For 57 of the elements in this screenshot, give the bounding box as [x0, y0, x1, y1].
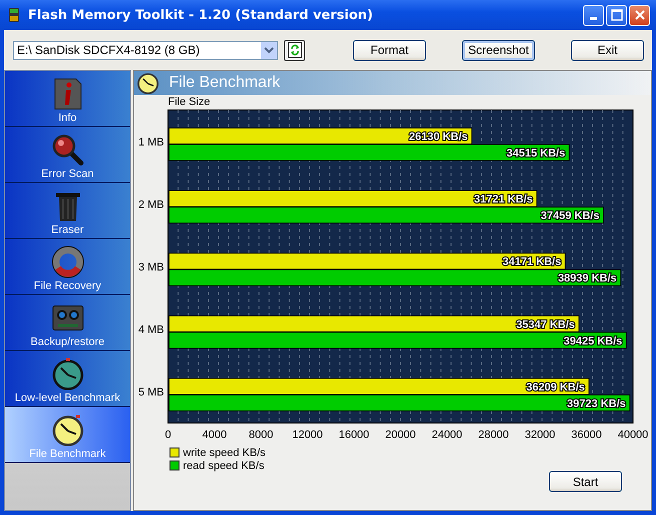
maximize-button[interactable]	[606, 4, 627, 26]
category-label: 3 MB	[138, 262, 164, 274]
value-label: 39425 KB/s	[564, 335, 622, 348]
lifebuoy-icon	[52, 246, 84, 278]
value-label: 36209 KB/s	[526, 381, 585, 394]
legend-label: write speed KB/s	[183, 447, 266, 459]
refresh-icon	[288, 42, 302, 58]
toolbar-button[interactable]: Screenshot	[462, 40, 535, 60]
tick-label: 16000	[338, 429, 370, 441]
close-icon	[634, 9, 646, 21]
panel-title: File Benchmark	[169, 74, 280, 92]
sidebar-item[interactable]: Eraser	[5, 183, 130, 239]
sidebar-item[interactable]: Error Scan	[5, 127, 130, 183]
tick-label: 0	[164, 429, 172, 441]
tick-label: 40000	[618, 429, 648, 441]
minimize-icon	[590, 16, 597, 20]
category-label: 1 MB	[138, 136, 164, 148]
window-title: Flash Memory Toolkit - 1.20 (Standard version)	[28, 8, 374, 22]
category-label: 2 MB	[138, 198, 164, 211]
value-label: 38939 KB/s	[558, 272, 617, 285]
value-label: 37459 KB/s	[540, 210, 600, 222]
tick-label: 8000	[248, 429, 274, 441]
magnifier-icon	[52, 134, 84, 166]
toolbar-button[interactable]: Exit	[571, 40, 644, 60]
value-label: 31721 KB/s	[474, 194, 533, 206]
start-button[interactable]: Start	[549, 471, 622, 492]
tick-label: 32000	[524, 429, 556, 441]
value-label: 34515 KB/s	[506, 148, 566, 160]
refresh-button[interactable]	[284, 40, 305, 60]
tick-label: 4000	[202, 429, 227, 441]
stopwatch-icon	[52, 414, 84, 446]
tick-label: 28000	[478, 429, 509, 441]
sidebar-item[interactable]: Low-level Benchmark	[5, 351, 130, 407]
stopwatch-icon	[52, 358, 84, 390]
close-button[interactable]	[629, 4, 650, 26]
sidebar-item[interactable]: File Recovery	[5, 239, 130, 295]
info-icon	[52, 78, 84, 110]
tick-label: 12000	[292, 429, 323, 441]
tick-label: 36000	[571, 429, 602, 441]
sidebar-item[interactable]: Backup/restore	[5, 295, 130, 351]
legend-label: read speed KB/s	[183, 460, 264, 472]
axis-title: File Size	[168, 96, 210, 108]
tick-label: 20000	[385, 429, 416, 441]
value-label: 34171 KB/s	[502, 256, 562, 268]
value-label: 26130 KB/s	[409, 131, 468, 143]
stopwatch-icon	[137, 72, 159, 94]
category-label: 4 MB	[138, 324, 164, 336]
drive-dropdown[interactable]: E:\ SanDisk SDCFX4-8192 (8 GB)	[13, 40, 278, 60]
toolbar-button[interactable]: Format	[353, 40, 426, 60]
value-label: 39723 KB/s	[567, 398, 626, 410]
tick-label: 24000	[432, 429, 462, 441]
memory-card-icon	[6, 7, 22, 23]
maximize-icon	[610, 9, 622, 21]
value-label: 35347 KB/s	[516, 318, 575, 331]
category-label: 5 MB	[138, 386, 164, 399]
minimize-button[interactable]	[583, 4, 604, 26]
sidebar-item[interactable]: Info	[5, 71, 130, 127]
